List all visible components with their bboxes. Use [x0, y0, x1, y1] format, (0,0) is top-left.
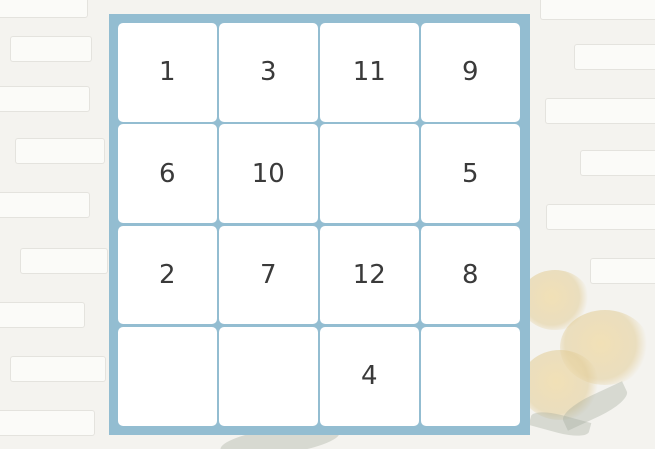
puzzle-tile[interactable]: 3 [219, 23, 318, 122]
puzzle-tile[interactable]: 4 [320, 326, 419, 426]
puzzle-tile-empty[interactable] [219, 326, 318, 426]
puzzle-tile-empty[interactable] [118, 326, 217, 426]
puzzle-tile[interactable]: 10 [219, 124, 318, 223]
puzzle-tile[interactable]: 12 [320, 225, 419, 325]
puzzle-tile[interactable]: 2 [118, 225, 217, 325]
puzzle-tile[interactable]: 5 [421, 124, 520, 223]
puzzle-tile[interactable]: 7 [219, 225, 318, 325]
puzzle-tile-empty[interactable] [421, 326, 520, 426]
puzzle-tile-empty[interactable] [320, 124, 419, 223]
puzzle-tile[interactable]: 9 [421, 23, 520, 122]
tile-grid: 1 3 11 9 6 10 5 2 7 12 8 4 [118, 23, 520, 426]
puzzle-board: 1 3 11 9 6 10 5 2 7 12 8 4 [109, 14, 530, 435]
puzzle-tile[interactable]: 6 [118, 124, 217, 223]
puzzle-tile[interactable]: 8 [421, 225, 520, 325]
puzzle-tile[interactable]: 11 [320, 23, 419, 122]
puzzle-tile[interactable]: 1 [118, 23, 217, 122]
